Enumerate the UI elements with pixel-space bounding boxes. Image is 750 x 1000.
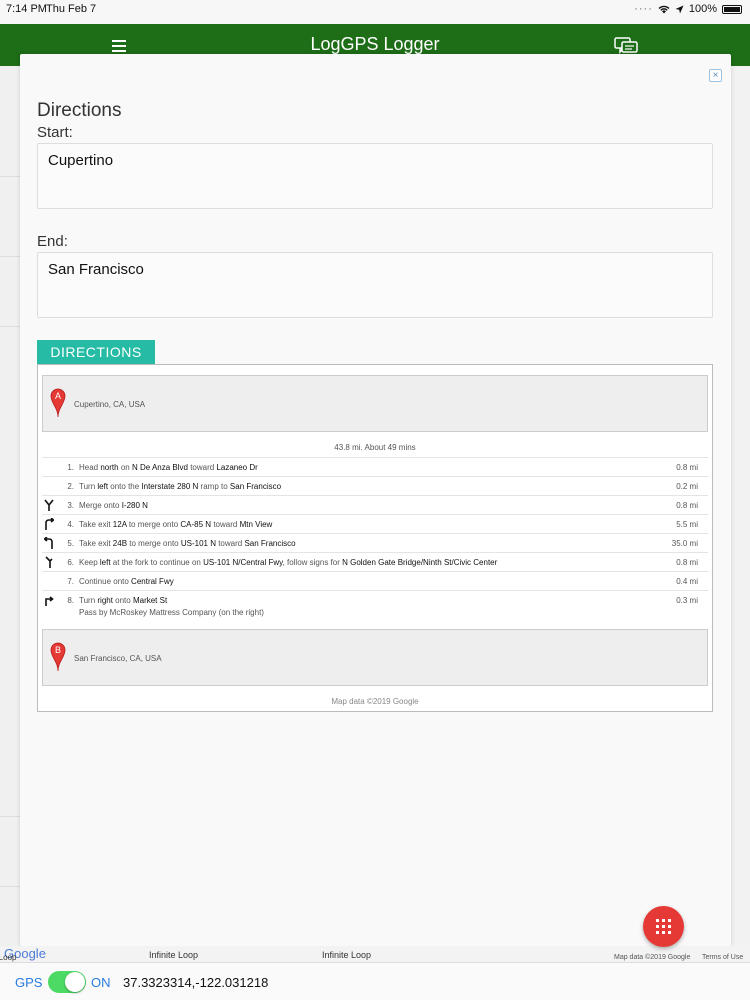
battery-percent: 100% (688, 3, 717, 15)
step-number: 7. (67, 577, 74, 586)
multitasking-dots-icon: ···· (634, 3, 653, 15)
directions-panel: A Cupertino, CA, USA 43.8 mi. About 49 m… (37, 364, 713, 712)
panel-map-data: Map data ©2019 Google (331, 697, 419, 706)
step-number: 1. (67, 463, 74, 472)
step-distance: 35.0 mi (671, 539, 698, 548)
end-field[interactable]: San Francisco (37, 252, 713, 318)
gps-coordinates: 37.3323314,-122.031218 (123, 975, 269, 990)
step-number: 3. (67, 501, 74, 510)
modal-title: Directions (37, 100, 122, 121)
status-date: Thu Feb 7 (46, 3, 97, 15)
gps-label: GPS (15, 975, 43, 990)
terms-of-use-link[interactable]: Terms of Use (702, 954, 743, 961)
step-distance: 0.4 mi (676, 577, 698, 586)
step-instruction: Take exit 12A to merge onto CA-85 N towa… (79, 520, 273, 529)
step-distance: 0.3 mi (676, 596, 698, 605)
step-note: Pass by McRoskey Mattress Company (on th… (79, 608, 264, 617)
wifi-icon (658, 5, 670, 13)
turn-right-icon (44, 594, 54, 606)
close-button[interactable]: × (709, 69, 722, 82)
step-number: 2. (67, 482, 74, 491)
chat-icon[interactable] (614, 37, 638, 55)
map-strip: Google e Loop Infinite Loop Infinite Loo… (0, 946, 750, 962)
gps-bar: GPS ON 37.3323314,-122.031218 (0, 962, 750, 1000)
map-label-partial: e Loop (0, 953, 17, 962)
start-endpoint: A Cupertino, CA, USA (42, 375, 708, 432)
route-summary: 43.8 mi. About 49 mins (334, 443, 416, 452)
step-instruction: Take exit 24B to merge onto US-101 N tow… (79, 539, 296, 548)
battery-icon (722, 4, 742, 14)
step-number: 4. (67, 520, 74, 529)
fork-left-icon (44, 556, 54, 568)
direction-step[interactable]: 7. Continue onto Central Fwy 0.4 mi (42, 571, 708, 590)
map-label-infinite-loop-2: Infinite Loop (322, 950, 372, 960)
step-instruction: Turn right onto Market St (79, 596, 168, 605)
end-label: End: (37, 233, 68, 250)
grid-icon (656, 919, 671, 934)
step-distance: 0.2 mi (676, 482, 698, 491)
toggle-knob (65, 972, 85, 992)
step-instruction: Keep left at the fork to continue on US-… (79, 558, 498, 567)
step-distance: 0.8 mi (676, 501, 698, 510)
steps-list: 1. Head north on N De Anza Blvd toward La… (42, 457, 708, 621)
step-instruction: Turn left onto the Interstate 280 N ramp… (79, 482, 282, 491)
direction-step[interactable]: 5. Take exit 24B to merge onto US-101 N t… (42, 533, 708, 552)
direction-step[interactable]: 3. Merge onto I-280 N 0.8 mi (42, 495, 708, 514)
marker-a-letter: A (55, 391, 61, 401)
direction-step[interactable]: 6. Keep left at the fork to continue on U… (42, 552, 708, 571)
start-label: Start: (37, 124, 73, 141)
step-instruction: Merge onto I-280 N (79, 501, 148, 510)
ramp-left-icon (43, 536, 54, 549)
status-indicators: ···· 100% (634, 3, 742, 15)
marker-b-letter: B (55, 645, 61, 655)
directions-modal: × Directions Start: Cupertino End: San F… (20, 54, 731, 946)
status-bar: 7:14 PM Thu Feb 7 ···· 100% (0, 0, 750, 24)
merge-icon (44, 499, 54, 511)
location-arrow-icon (675, 5, 684, 13)
marker-b-icon: B (50, 642, 66, 672)
start-address: Cupertino, CA, USA (74, 400, 146, 409)
grid-menu-button[interactable] (643, 906, 684, 947)
step-number: 5. (67, 539, 74, 548)
end-endpoint: B San Francisco, CA, USA (42, 629, 708, 686)
step-distance: 0.8 mi (676, 558, 698, 567)
step-distance: 5.5 mi (676, 520, 698, 529)
step-instruction: Head north on N De Anza Blvd toward Laza… (79, 463, 258, 472)
step-number: 6. (67, 558, 74, 567)
marker-a-icon: A (50, 388, 66, 418)
step-number: 8. (67, 596, 74, 605)
gps-toggle[interactable] (48, 971, 86, 993)
map-background-left (0, 66, 20, 946)
end-address: San Francisco, CA, USA (74, 654, 162, 663)
map-data-attribution: Map data ©2019 Google (614, 954, 691, 961)
direction-step[interactable]: 8. Turn right onto Market St Pass by McRos… (42, 590, 708, 621)
direction-step[interactable]: 1. Head north on N De Anza Blvd toward La… (42, 457, 708, 476)
status-time: 7:14 PM (6, 3, 47, 15)
direction-step[interactable]: 2. Turn left onto the Interstate 280 N ra… (42, 476, 708, 495)
gps-state-label: ON (91, 975, 111, 990)
ramp-right-icon (44, 517, 55, 530)
start-field[interactable]: Cupertino (37, 143, 713, 209)
direction-step[interactable]: 4. Take exit 12A to merge onto CA-85 N to… (42, 514, 708, 533)
map-background-right (730, 66, 750, 946)
directions-button[interactable]: DIRECTIONS (37, 340, 155, 364)
map-label-infinite-loop-1: Infinite Loop (149, 950, 199, 960)
step-distance: 0.8 mi (676, 463, 698, 472)
step-instruction: Continue onto Central Fwy (79, 577, 174, 586)
